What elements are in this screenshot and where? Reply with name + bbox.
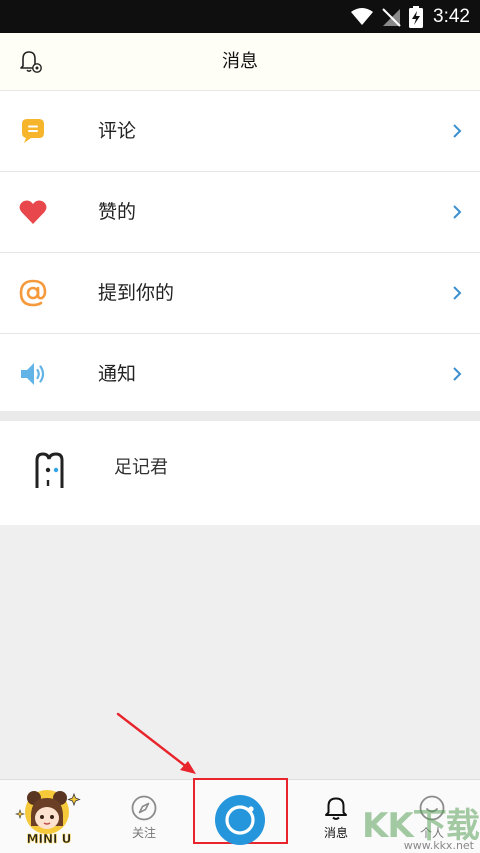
tab-label: 消息 [323, 826, 348, 840]
page-title: 消息 [222, 51, 258, 72]
tab-label: 关注 [131, 826, 156, 840]
watermark: KK下载 www.kkx.net [362, 798, 480, 852]
mini-u-logo-text: MINI U [27, 832, 72, 846]
at-sign-icon [19, 279, 47, 307]
chevron-right-icon [453, 124, 462, 138]
heart-icon [19, 200, 47, 224]
message-menu: 评论 赞的 提到你的 通知 [0, 91, 480, 414]
chevron-right-icon [453, 367, 462, 381]
compass-icon [131, 795, 157, 821]
conversation-item[interactable]: 足记君 [0, 421, 480, 525]
avatar [30, 448, 76, 494]
comment-bubble-icon [22, 119, 44, 143]
mini-u-logo-tab[interactable]: MINI U [14, 786, 84, 848]
chevron-right-icon [453, 286, 462, 300]
menu-item-mentions[interactable]: 提到你的 [0, 253, 480, 334]
status-time: 3:42 [433, 5, 470, 27]
menu-item-comments[interactable]: 评论 [0, 91, 480, 172]
status-icons: 3:42 [351, 0, 470, 33]
chevron-right-icon [453, 205, 462, 219]
bell-icon [325, 797, 347, 820]
status-bar: 3:42 [0, 0, 480, 33]
arrow-annotation [116, 712, 196, 774]
menu-item-likes[interactable]: 赞的 [0, 172, 480, 253]
header: 消息 [0, 33, 480, 91]
no-signal-icon [382, 7, 401, 27]
menu-item-label: 提到你的 [98, 282, 175, 304]
menu-item-label: 赞的 [98, 201, 137, 223]
watermark-url: www.kkx.net [403, 839, 474, 852]
section-divider [0, 411, 480, 421]
tab-messages[interactable]: 消息 [306, 780, 366, 853]
battery-charging-icon [409, 5, 424, 28]
menu-item-label: 评论 [98, 120, 137, 142]
menu-item-label: 通知 [98, 363, 137, 385]
menu-item-notifications[interactable]: 通知 [0, 334, 480, 414]
tab-follow[interactable]: 关注 [114, 780, 174, 853]
conversation-name: 足记君 [114, 457, 168, 478]
wifi-icon [351, 7, 374, 25]
speaker-icon [21, 363, 45, 385]
camera-button[interactable] [214, 794, 266, 846]
